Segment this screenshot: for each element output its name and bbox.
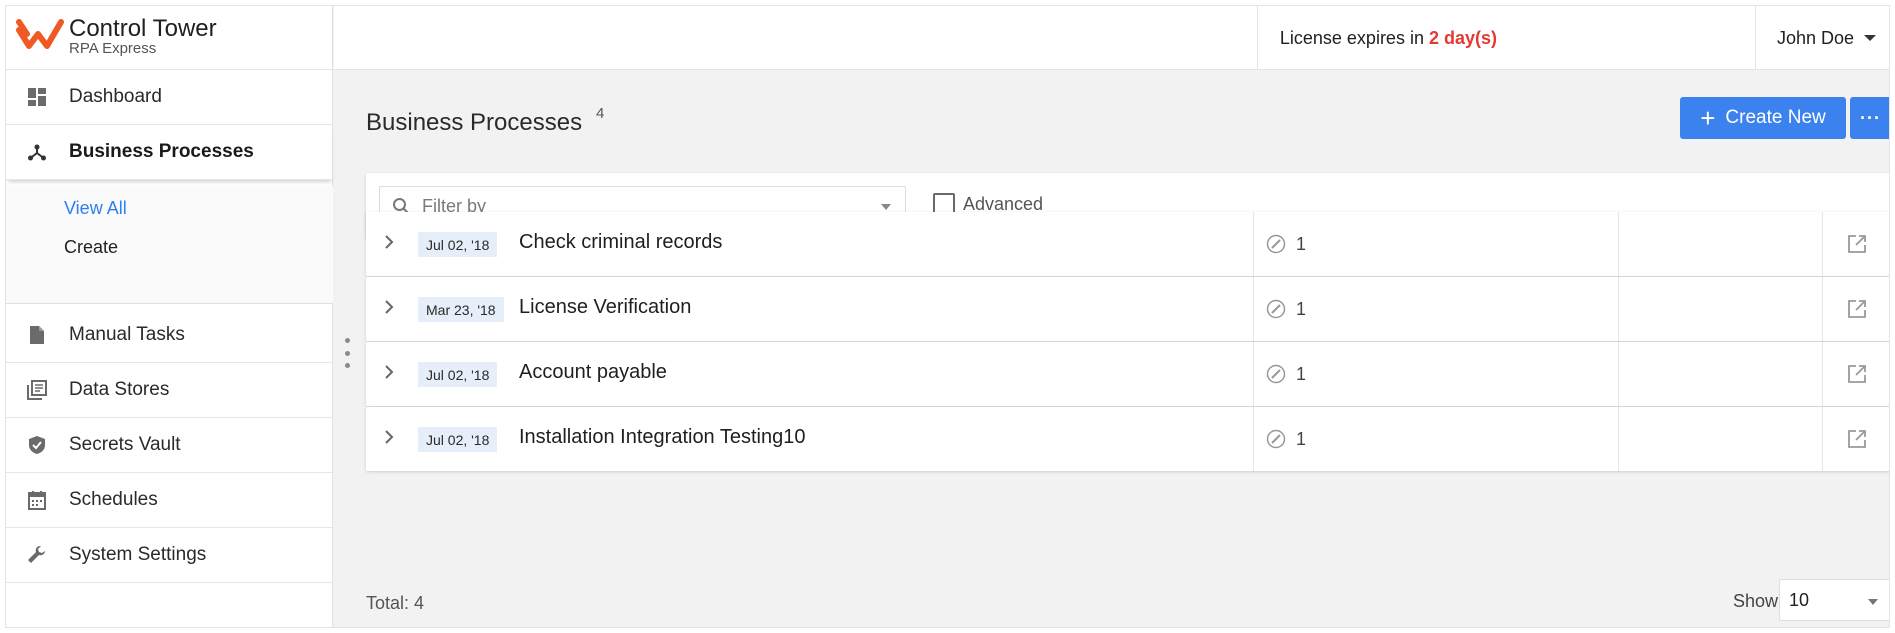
process-count-badge: 4 (596, 105, 605, 122)
date-badge: Mar 23, '18 (418, 297, 504, 322)
open-in-new-icon (1848, 300, 1866, 318)
process-row[interactable]: Jul 02, '18 Check criminal records 1 (366, 212, 1889, 276)
sidebar-item-manual-tasks[interactable]: Manual Tasks (6, 308, 333, 363)
date-badge: Jul 02, '18 (418, 362, 498, 387)
empty-cell (1618, 277, 1822, 341)
open-link-button[interactable] (1822, 342, 1889, 406)
empty-cell (1618, 407, 1822, 471)
sidebar-submenu: View All Create (6, 186, 333, 304)
sidebar-item-label: Manual Tasks (69, 324, 185, 345)
license-days: 2 day(s) (1428, 27, 1497, 48)
library-icon (25, 378, 49, 402)
main-content: Business Processes 4 + Create New ··· Ad… (334, 71, 1889, 627)
page-size-select[interactable]: 10 (1779, 579, 1889, 621)
process-row[interactable]: Mar 23, '18 License Verification 1 (366, 277, 1889, 341)
pencil-circle-icon (1266, 299, 1286, 319)
chevron-right-icon[interactable] (384, 299, 394, 315)
process-row[interactable]: Jul 02, '18 Account payable 1 (366, 342, 1889, 406)
instances-cell: 1 (1253, 212, 1618, 276)
sidebar-item-secrets-vault[interactable]: Secrets Vault (6, 418, 333, 473)
empty-cell (1618, 212, 1822, 276)
date-badge: Jul 02, '18 (418, 427, 498, 452)
instance-count: 1 (1296, 428, 1307, 449)
sidebar-item-dashboard[interactable]: Dashboard (6, 70, 333, 125)
wrench-icon (25, 543, 49, 567)
sidebar-item-label: Business Processes (69, 141, 254, 162)
sidebar-item-schedules[interactable]: Schedules (6, 473, 333, 528)
open-link-button[interactable] (1822, 277, 1889, 341)
open-link-button[interactable] (1822, 212, 1889, 276)
submenu-view-all[interactable]: View All (64, 198, 127, 219)
open-in-new-icon (1848, 365, 1866, 383)
create-new-label: Create New (1725, 107, 1826, 128)
caret-down-icon (1864, 35, 1877, 41)
instances-cell: 1 (1253, 342, 1618, 406)
open-in-new-icon (1848, 430, 1866, 448)
instance-count: 1 (1296, 363, 1307, 384)
process-name[interactable]: Account payable (519, 361, 667, 384)
instances-cell: 1 (1253, 407, 1618, 471)
instance-count: 1 (1296, 298, 1307, 319)
pencil-circle-icon (1266, 429, 1286, 449)
plus-icon: + (1700, 103, 1716, 133)
total-count: Total: 4 (366, 593, 425, 613)
open-in-new-icon (1848, 235, 1866, 253)
page-title: Business Processes (366, 109, 583, 136)
sidebar-item-label: Dashboard (69, 86, 162, 107)
page-size-value: 10 (1789, 589, 1810, 610)
pencil-circle-icon (1266, 234, 1286, 254)
license-notice: License expires in 2 day(s) (1256, 6, 1519, 70)
process-name[interactable]: License Verification (519, 296, 691, 319)
sidebar-item-label: Secrets Vault (69, 434, 181, 455)
sidebar-item-label: Data Stores (69, 379, 170, 400)
shield-check-icon (25, 433, 49, 457)
chevron-right-icon[interactable] (384, 429, 394, 445)
instance-count: 1 (1296, 233, 1307, 254)
sidebar-item-data-stores[interactable]: Data Stores (6, 363, 333, 418)
license-text: License expires in (1279, 27, 1424, 48)
chevron-right-icon[interactable] (384, 234, 394, 250)
open-link-button[interactable] (1822, 407, 1889, 471)
brand[interactable]: Control Tower RPA Express (6, 6, 333, 70)
workfusion-logo-icon (16, 19, 64, 49)
sidebar-item-system-settings[interactable]: System Settings (6, 528, 333, 583)
calendar-icon (25, 488, 49, 512)
date-badge: Jul 02, '18 (418, 232, 498, 257)
show-label: Show (1733, 591, 1779, 611)
create-new-button[interactable]: + Create New (1680, 97, 1846, 139)
process-name[interactable]: Installation Integration Testing10 (519, 426, 806, 449)
process-name[interactable]: Check criminal records (519, 231, 722, 254)
document-icon (25, 323, 49, 347)
process-icon (25, 140, 49, 164)
dropdown-arrow-icon[interactable] (881, 204, 891, 210)
top-header: License expires in 2 day(s) John Doe (334, 6, 1889, 70)
empty-cell (1618, 342, 1822, 406)
dashboard-icon (25, 85, 49, 109)
submenu-create[interactable]: Create (64, 237, 118, 258)
user-name: John Doe (1777, 27, 1855, 48)
sidebar-item-label: Schedules (69, 489, 158, 510)
brand-subtitle: RPA Express (69, 40, 157, 57)
process-row[interactable]: Jul 02, '18 Installation Integration Tes… (366, 407, 1889, 471)
pencil-circle-icon (1266, 364, 1286, 384)
sidebar: Control Tower RPA Express Dashboard Busi… (6, 6, 333, 627)
brand-title: Control Tower (69, 15, 217, 42)
sidebar-item-business-processes[interactable]: Business Processes (6, 125, 333, 180)
user-menu[interactable]: John Doe (1755, 6, 1889, 70)
dropdown-arrow-icon (1868, 599, 1878, 605)
instances-cell: 1 (1253, 277, 1618, 341)
more-actions-button[interactable]: ··· (1850, 97, 1889, 139)
app-window: Control Tower RPA Express Dashboard Busi… (5, 5, 1890, 628)
chevron-right-icon[interactable] (384, 364, 394, 380)
sidebar-item-label: System Settings (69, 544, 207, 565)
